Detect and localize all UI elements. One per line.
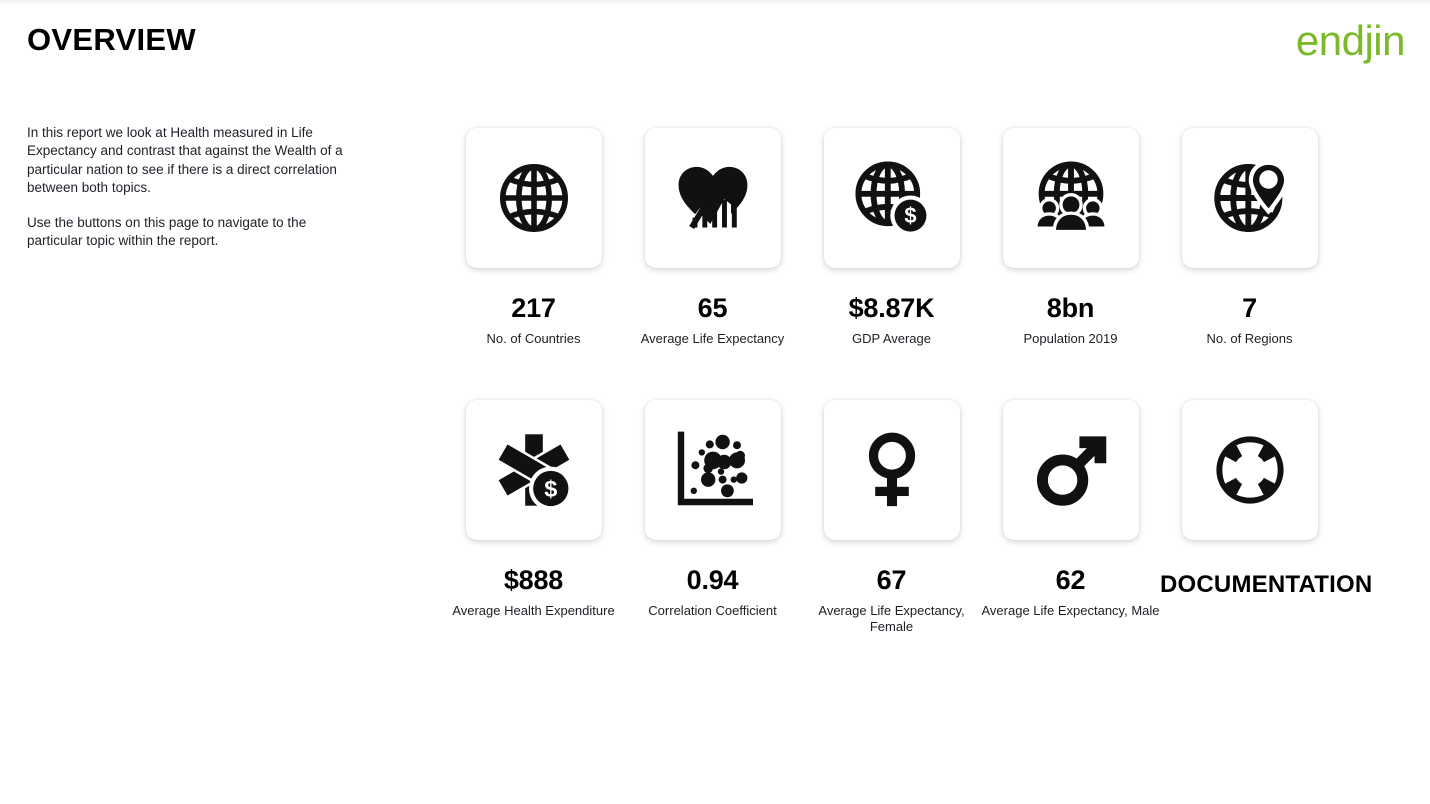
kpi-label: Average Health Expenditure [452, 603, 615, 619]
kpi-card-documentation[interactable]: DOCUMENTATION [1160, 400, 1373, 606]
globe-pin-icon [1208, 156, 1292, 240]
life-ring-icon-tile[interactable] [1181, 400, 1318, 540]
globe-people-icon [1029, 156, 1113, 240]
female-symbol-icon [850, 428, 934, 512]
intro-paragraph-1: In this report we look at Health measure… [27, 125, 343, 195]
kpi-card-life-expectancy[interactable]: 65 Average Life Expectancy [623, 128, 802, 347]
page-title: OVERVIEW [27, 22, 196, 57]
kpi-value: 7 [1242, 293, 1257, 323]
life-ring-icon [1210, 430, 1290, 510]
scatter-plot-icon-tile[interactable] [644, 400, 781, 540]
kpi-value: 65 [697, 293, 728, 323]
kpi-label: Population 2019 [1023, 331, 1118, 347]
kpi-card-regions[interactable]: 7 No. of Regions [1160, 128, 1339, 347]
globe-pin-icon-tile[interactable] [1181, 128, 1318, 268]
kpi-row-1: 217 No. of Countries 65 Average Life Exp… [444, 128, 1344, 388]
globe-dollar-icon-tile[interactable]: $ [823, 128, 960, 268]
kpi-card-life-expectancy-female[interactable]: 67 Average Life Expectancy, Female [802, 400, 981, 635]
endjin-logo: endjin [1295, 17, 1406, 64]
intro-paragraph-2: Use the buttons on this page to navigate… [27, 215, 307, 249]
kpi-label: No. of Countries [486, 331, 581, 347]
intro-text: In this report we look at Health measure… [27, 124, 345, 251]
kpi-value: DOCUMENTATION [1160, 571, 1373, 598]
top-edge-strip [0, 0, 1430, 4]
kpi-card-life-expectancy-male[interactable]: 62 Average Life Expectancy, Male [981, 400, 1160, 619]
kpi-value: $8.87K [848, 293, 935, 323]
kpi-value: 62 [1055, 565, 1086, 595]
male-symbol-icon-tile[interactable] [1002, 400, 1139, 540]
male-symbol-icon [1029, 428, 1113, 512]
kpi-label: Average Life Expectancy, Female [818, 603, 965, 635]
kpi-row-2: $ $888 Average Health Expenditure 0.94 C… [444, 400, 1373, 660]
kpi-label: Average Life Expectancy, Male [981, 603, 1160, 619]
kpi-label: No. of Regions [1206, 331, 1293, 347]
kpi-card-gdp-average[interactable]: $ $8.87K GDP Average [802, 128, 981, 347]
kpi-label: Average Life Expectancy [640, 331, 785, 347]
kpi-card-correlation[interactable]: 0.94 Correlation Coefficient [623, 400, 802, 619]
kpi-value: $888 [503, 565, 564, 595]
kpi-value: 217 [511, 293, 556, 323]
kpi-value: 0.94 [686, 565, 739, 595]
star-of-life-dollar-icon-tile[interactable]: $ [465, 400, 602, 540]
heart-trend-icon-tile[interactable] [644, 128, 781, 268]
heart-trend-icon [672, 157, 754, 239]
kpi-card-population[interactable]: 8bn Population 2019 [981, 128, 1160, 347]
star-of-life-dollar-icon: $ [492, 428, 576, 512]
kpi-label: GDP Average [851, 331, 931, 347]
kpi-card-health-expenditure[interactable]: $ $888 Average Health Expenditure [444, 400, 623, 619]
kpi-card-countries[interactable]: 217 No. of Countries [444, 128, 623, 347]
kpi-value: 8bn [1046, 293, 1095, 323]
kpi-value: 67 [876, 565, 907, 595]
svg-text:$: $ [904, 203, 916, 228]
globe-dollar-icon: $ [850, 156, 934, 240]
svg-text:$: $ [544, 476, 557, 502]
kpi-label: Correlation Coefficient [648, 603, 777, 619]
female-symbol-icon-tile[interactable] [823, 400, 960, 540]
globe-icon [494, 158, 574, 238]
globe-people-icon-tile[interactable] [1002, 128, 1139, 268]
globe-icon-tile[interactable] [465, 128, 602, 268]
scatter-plot-icon [673, 430, 753, 510]
